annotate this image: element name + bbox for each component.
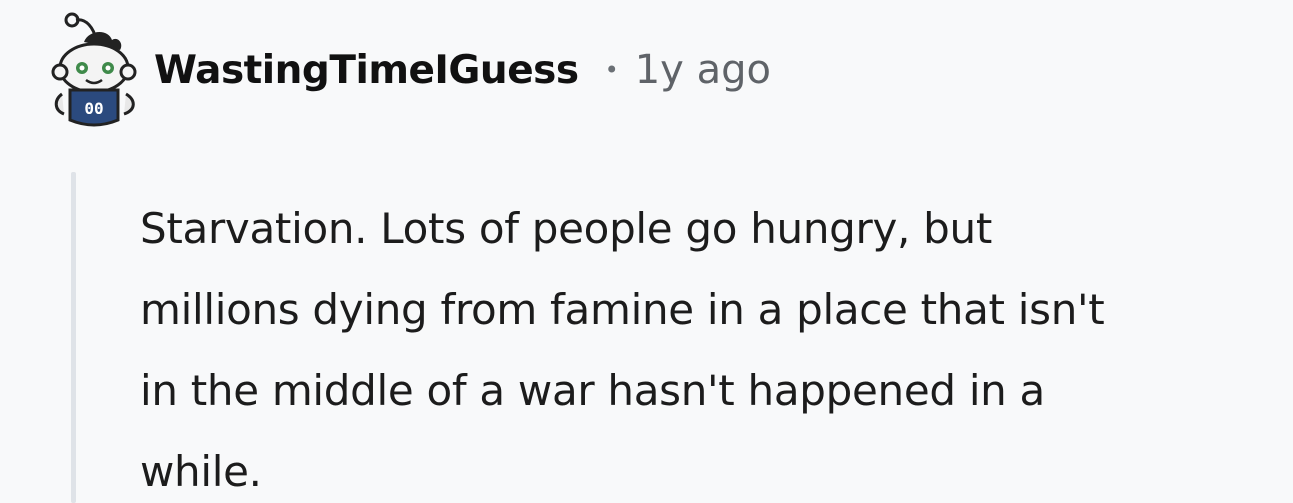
snoo-avatar-icon[interactable]: 00 [48,10,140,130]
comment-body-line: millions dying from famine in a place th… [140,285,1105,334]
comment-body: Starvation. Lots of people go hungry, bu… [140,188,1290,503]
comment-header: 00 WastingTimeIGuess • 1y ago [48,10,771,130]
svg-text:00: 00 [84,99,103,118]
comment-author[interactable]: WastingTimeIGuess [154,48,579,93]
comment-body-line: while. [140,447,262,496]
comment: 00 WastingTimeIGuess • 1y ago Starvation… [0,0,1293,503]
comment-timestamp[interactable]: 1y ago [635,47,771,93]
comment-body-line: Starvation. Lots of people go hungry, bu… [140,204,992,253]
thread-line[interactable] [71,172,76,503]
comment-body-line: in the middle of a war hasn't happened i… [140,366,1045,415]
separator-dot: • [604,56,619,84]
